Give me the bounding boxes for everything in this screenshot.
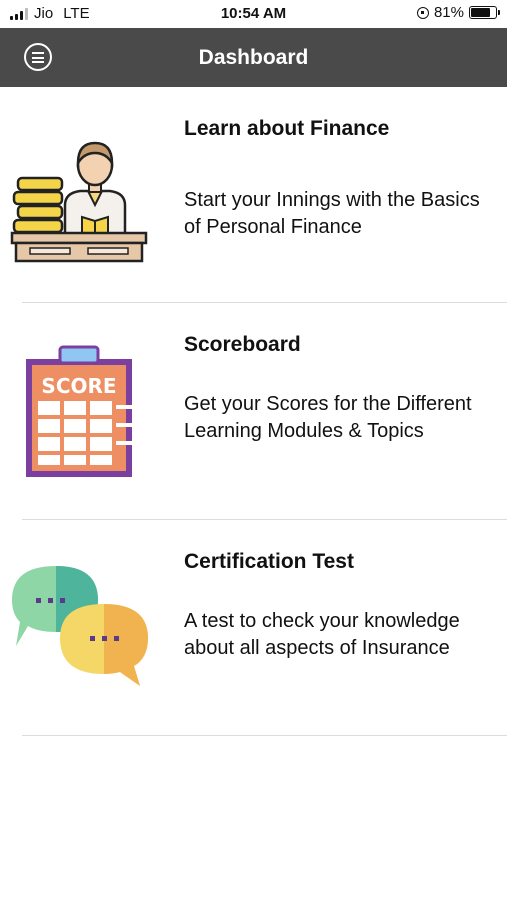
- scoreboard-card[interactable]: SCORE Scoreboard Get your Scores for the…: [0, 303, 507, 519]
- learn-finance-card[interactable]: Learn about Finance Start your Innings w…: [0, 87, 507, 303]
- battery-percentage: 81%: [433, 4, 464, 21]
- app-bar: Dashboard: [0, 28, 507, 87]
- score-clipboard-icon: SCORE: [26, 345, 134, 477]
- divider: [22, 735, 507, 736]
- card-title: Scoreboard: [184, 333, 301, 356]
- student-with-books-icon: [10, 141, 148, 263]
- menu-icon[interactable]: [24, 43, 52, 71]
- card-title: Certification Test: [184, 550, 354, 573]
- battery-fill: [471, 8, 491, 17]
- orientation-lock-icon: [416, 6, 429, 19]
- card-description: Get your Scores for the Different Learni…: [184, 393, 472, 442]
- chat-bubbles-icon: [12, 566, 148, 686]
- score-label: SCORE: [41, 374, 116, 398]
- page-title: Dashboard: [198, 46, 309, 69]
- card-description: A test to check your knowledge about all…: [184, 610, 460, 659]
- battery-icon: [469, 6, 500, 19]
- status-right: 81%: [416, 4, 500, 21]
- certification-test-card[interactable]: Certification Test A test to check your …: [0, 520, 507, 736]
- card-description: Start your Innings with the Basics of Pe…: [184, 189, 480, 238]
- status-bar: Jio LTE 10:54 AM 81%: [0, 0, 507, 28]
- card-title: Learn about Finance: [184, 117, 390, 140]
